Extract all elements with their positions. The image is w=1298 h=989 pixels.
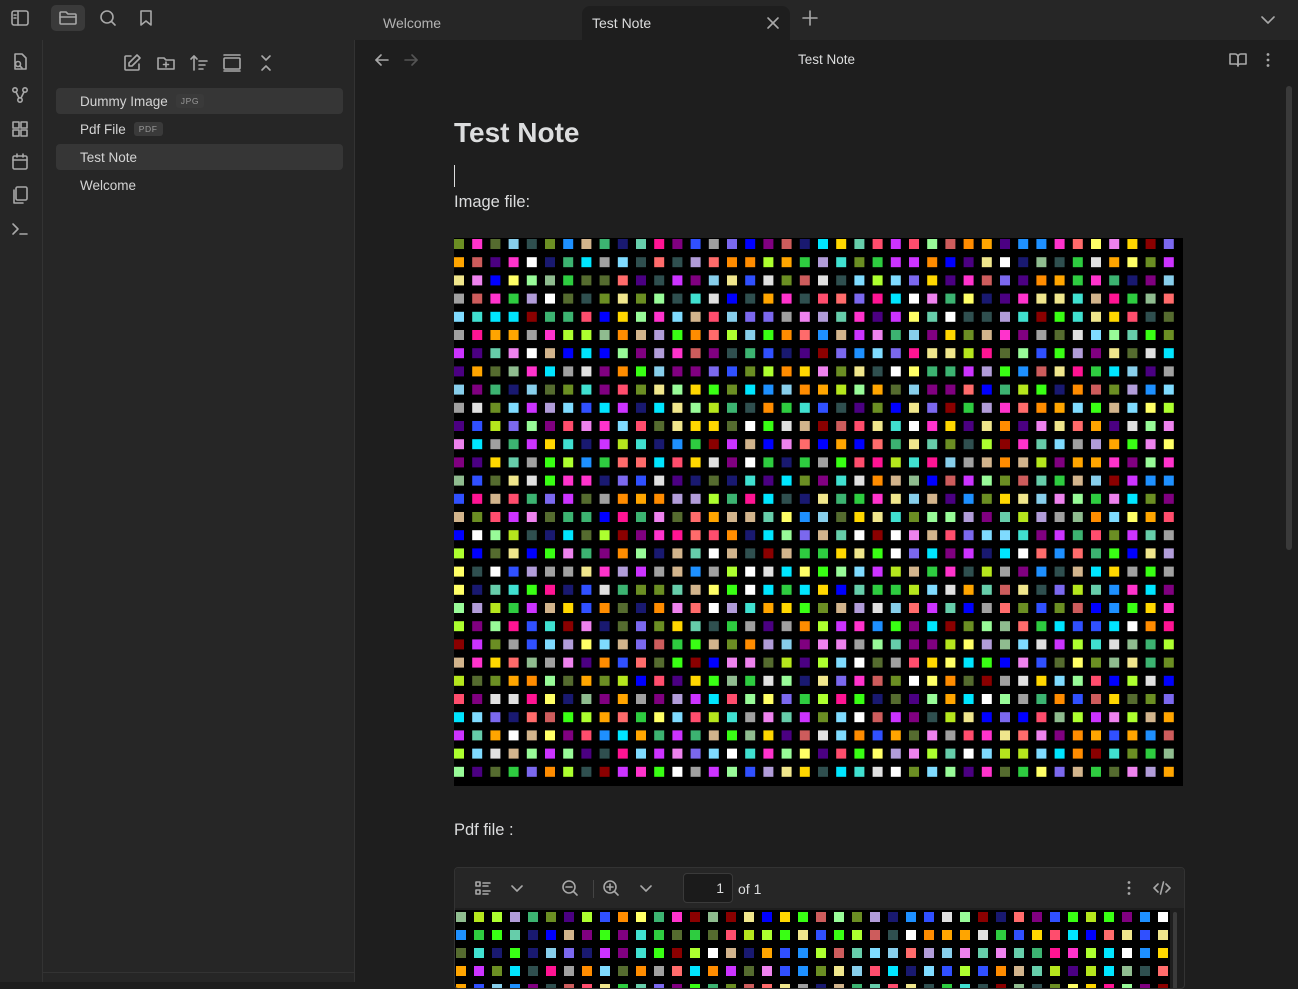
switcher-icon [14, 53, 27, 70]
pdf-page-canvas[interactable] [455, 910, 1170, 988]
zoom-in-icon [603, 880, 619, 896]
zoom-dropdown[interactable] [636, 878, 656, 898]
chevron-down-icon [1261, 16, 1275, 24]
sidebar-toggle-icon [11, 10, 29, 26]
pdf-label[interactable]: Pdf file : [454, 821, 514, 840]
sidebar-footer [43, 972, 354, 973]
command-palette-button[interactable] [10, 219, 30, 239]
search-button[interactable] [91, 5, 125, 31]
plus-icon [802, 10, 818, 26]
pdf-source-button[interactable] [1152, 878, 1172, 898]
file-name: Dummy Image [80, 93, 168, 109]
pdf-scrollbar[interactable] [1173, 912, 1177, 988]
tab-close-button[interactable] [764, 14, 782, 32]
file-item-dummy-image[interactable]: Dummy Image JPG [56, 88, 343, 114]
more-vertical-icon [1127, 881, 1131, 895]
file-name: Test Note [80, 149, 138, 165]
new-folder-button[interactable] [155, 52, 177, 74]
graph-icon [11, 86, 29, 104]
terminal-icon [12, 223, 28, 235]
file-name: Pdf File [80, 121, 126, 137]
chevron-down-icon [511, 885, 523, 892]
close-icon [767, 17, 779, 29]
file-explorer-button[interactable] [51, 5, 85, 31]
dummy-image-graphic [454, 239, 1174, 777]
new-note-icon [124, 54, 141, 71]
file-type-badge: PDF [133, 122, 163, 136]
sort-icon [190, 55, 208, 71]
image-label[interactable]: Image file: [454, 193, 530, 212]
quick-switcher-button[interactable] [10, 52, 30, 72]
view-title[interactable]: Test Note [355, 52, 1298, 67]
pdf-more-button[interactable] [1119, 878, 1139, 898]
new-note-button[interactable] [121, 52, 143, 74]
auto-reveal-button[interactable] [221, 52, 243, 74]
zoom-out-button[interactable] [560, 878, 580, 898]
file-explorer: Dummy Image JPG Pdf File PDF Test Note W… [43, 40, 355, 982]
embedded-pdf: of 1 [454, 867, 1185, 989]
pdf-page-input[interactable] [683, 873, 733, 903]
daily-note-button[interactable] [10, 152, 30, 172]
bookmarks-button[interactable] [129, 5, 163, 31]
more-options-button[interactable] [1258, 50, 1278, 70]
pdf-sidebar-toggle[interactable] [473, 878, 493, 898]
pdf-page-graphic [456, 912, 1168, 988]
templates-icon [13, 186, 28, 204]
zoom-out-icon [562, 880, 578, 896]
tab-label: Welcome [383, 15, 442, 31]
folder-icon [59, 11, 77, 25]
tab-list-button[interactable] [1258, 10, 1278, 30]
more-vertical-icon [1266, 53, 1270, 67]
embedded-image[interactable] [454, 238, 1183, 786]
note-title[interactable]: Test Note [454, 117, 580, 149]
canvas-icon [12, 121, 28, 137]
list-icon [475, 881, 491, 895]
file-item-welcome[interactable]: Welcome [56, 172, 343, 198]
editor-scrollbar[interactable] [1286, 86, 1292, 550]
zoom-in-button[interactable] [601, 878, 621, 898]
tab-test-note[interactable]: Test Note [582, 6, 790, 40]
file-name: Welcome [80, 177, 137, 193]
editor-pane: Test Note Test Note Image file: Pdf file… [355, 40, 1298, 989]
collapse-icon [223, 54, 241, 72]
new-tab-button[interactable] [800, 8, 820, 28]
reading-view-button[interactable] [1228, 50, 1248, 70]
pdf-toolbar: of 1 [455, 868, 1184, 908]
text-cursor [454, 165, 455, 187]
bookmark-icon [140, 10, 152, 26]
sort-button[interactable] [188, 52, 210, 74]
tab-welcome[interactable]: Welcome [355, 6, 580, 40]
graph-view-button[interactable] [10, 85, 30, 105]
calendar-icon [12, 153, 28, 170]
chevron-down-icon [640, 885, 652, 892]
book-open-icon [1229, 53, 1247, 67]
view-header: Test Note [355, 40, 1298, 80]
templates-button[interactable] [10, 185, 30, 205]
left-ribbon [0, 40, 43, 982]
pdf-toolbar-divider [593, 880, 594, 898]
title-bar: Welcome Test Note [0, 0, 1298, 40]
file-item-test-note[interactable]: Test Note [56, 144, 343, 170]
close-icon [261, 55, 271, 71]
pdf-page-count: of 1 [738, 881, 762, 897]
collapse-all-button[interactable] [255, 52, 277, 74]
new-folder-icon [157, 57, 175, 70]
sidebar-toggle-button[interactable] [3, 5, 37, 31]
search-icon [100, 10, 116, 26]
canvas-button[interactable] [10, 119, 30, 139]
file-item-pdf-file[interactable]: Pdf File PDF [56, 116, 343, 142]
tab-label: Test Note [592, 15, 652, 31]
file-type-badge: JPG [175, 94, 205, 108]
pdf-sidebar-dropdown[interactable] [507, 878, 527, 898]
code-icon [1153, 881, 1171, 895]
